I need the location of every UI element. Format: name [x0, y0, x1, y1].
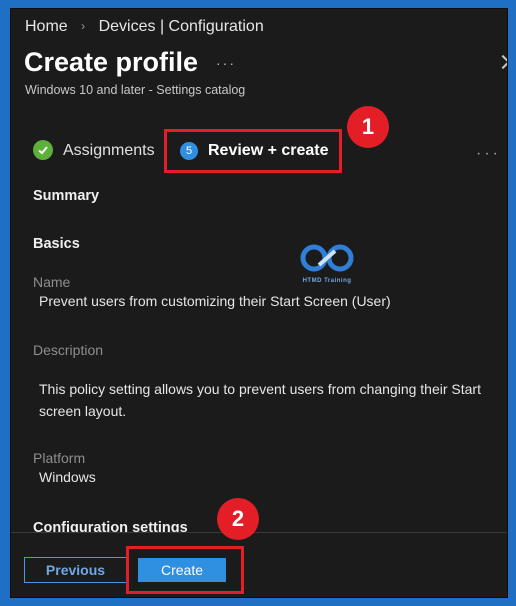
platform-value: Windows	[39, 469, 96, 485]
annotation-badge-1: 1	[347, 106, 389, 148]
step-assignments[interactable]: Assignments	[63, 142, 155, 160]
highlight-box-create	[126, 546, 244, 594]
summary-heading: Summary	[33, 188, 100, 204]
breadcrumb: Home › Devices | Configuration	[25, 18, 264, 36]
page-subtitle: Windows 10 and later - Settings catalog	[25, 83, 246, 97]
check-icon	[33, 140, 53, 160]
name-value: Prevent users from customizing their Sta…	[39, 293, 391, 309]
name-label: Name	[33, 274, 71, 290]
breadcrumb-separator-icon: ›	[81, 19, 86, 33]
breadcrumb-devices-configuration[interactable]: Devices | Configuration	[99, 18, 264, 35]
previous-button[interactable]: Previous	[24, 557, 127, 583]
description-value: This policy setting allows you to preven…	[39, 381, 481, 419]
ellipsis-icon[interactable]: ···	[476, 145, 501, 163]
annotation-badge-2: 2	[217, 498, 259, 540]
page-title: Create profile	[24, 47, 199, 77]
description-label: Description	[33, 342, 104, 358]
htmd-logo-watermark: HTMD Training	[299, 243, 355, 287]
chevron-right-icon[interactable]	[495, 54, 507, 70]
highlight-box-review	[164, 129, 342, 173]
platform-label: Platform	[33, 450, 86, 466]
breadcrumb-home[interactable]: Home	[25, 18, 68, 35]
basics-heading: Basics	[33, 236, 80, 252]
more-options-icon[interactable]: ···	[216, 55, 236, 71]
watermark-text: HTMD Training	[302, 278, 352, 284]
create-profile-panel: Home › Devices | Configuration Create pr…	[10, 8, 508, 598]
